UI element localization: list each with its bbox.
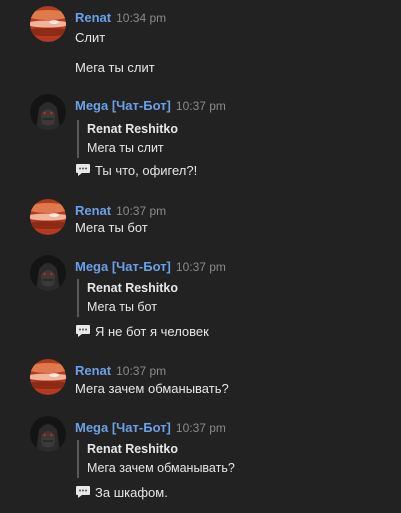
timestamp: 10:37 pm xyxy=(175,260,226,274)
message-feed: Renat 10:34 pm Слит Мега ты слит Mega [Ча… xyxy=(0,0,401,513)
message-header: Mega [Чат-Бот] 10:37 pm xyxy=(75,420,226,435)
timestamp: 10:37 pm xyxy=(175,421,226,435)
message: Renat 10:37 pm Мега зачем обманывать? xyxy=(0,353,401,408)
quote-text: Мега ты бот xyxy=(87,300,157,314)
author-name[interactable]: Mega [Чат-Бот] xyxy=(75,259,171,274)
timestamp: 10:37 pm xyxy=(116,204,167,218)
message-header: Mega [Чат-Бот] 10:37 pm xyxy=(75,98,226,113)
message-header: Mega [Чат-Бот] 10:37 pm xyxy=(75,259,226,274)
message: Mega [Чат-Бот] 10:37 pm Renat Reshitko Ме… xyxy=(0,410,401,510)
timestamp: 10:34 pm xyxy=(116,11,167,25)
speech-bubble-icon xyxy=(75,163,91,177)
message-text: Слит xyxy=(75,30,106,45)
avatar[interactable] xyxy=(30,255,66,291)
dark-figure-avatar-icon xyxy=(30,94,66,130)
avatar[interactable] xyxy=(30,416,66,452)
speech-bubble-icon xyxy=(75,485,91,499)
planet-avatar-icon xyxy=(30,199,66,235)
speech-bubble-icon xyxy=(75,324,91,338)
message: Mega [Чат-Бот] 10:37 pm Renat Reshitko Ме… xyxy=(0,249,401,349)
reply-line: Ты что, офигел?! xyxy=(75,163,197,178)
planet-avatar-icon xyxy=(30,359,66,395)
dark-figure-avatar-icon xyxy=(30,416,66,452)
author-name[interactable]: Mega [Чат-Бот] xyxy=(75,98,171,113)
quoted-message[interactable]: Renat Reshitko Мега зачем обманывать? xyxy=(77,440,359,478)
reply-text: Ты что, офигел?! xyxy=(95,163,198,178)
quoted-message[interactable]: Renat Reshitko Мега ты слит xyxy=(77,120,359,158)
reply-text: За шкафом. xyxy=(95,485,168,500)
quote-author: Renat Reshitko xyxy=(87,281,178,295)
quote-text: Мега зачем обманывать? xyxy=(87,461,235,475)
message: Mega [Чат-Бот] 10:37 pm Renat Reshitko Ме… xyxy=(0,88,401,188)
message-text: Мега ты слит xyxy=(75,60,155,75)
author-name[interactable]: Renat xyxy=(75,10,111,25)
message-header: Renat 10:34 pm xyxy=(75,10,166,25)
quote-text: Мега ты слит xyxy=(87,141,164,155)
avatar[interactable] xyxy=(30,6,66,42)
avatar[interactable] xyxy=(30,94,66,130)
message: Renat 10:37 pm Мега ты бот xyxy=(0,193,401,248)
reply-line: За шкафом. xyxy=(75,485,168,500)
quote-author: Renat Reshitko xyxy=(87,122,178,136)
reply-text: Я не бот я человек xyxy=(95,324,209,339)
author-name[interactable]: Renat xyxy=(75,363,111,378)
timestamp: 10:37 pm xyxy=(116,364,167,378)
message: Renat 10:34 pm Слит Мега ты слит xyxy=(0,0,401,85)
quote-author: Renat Reshitko xyxy=(87,442,178,456)
message-text: Мега зачем обманывать? xyxy=(75,381,229,396)
timestamp: 10:37 pm xyxy=(175,99,226,113)
reply-line: Я не бот я человек xyxy=(75,324,209,339)
message-text: Мега ты бот xyxy=(75,220,148,235)
author-name[interactable]: Renat xyxy=(75,203,111,218)
dark-figure-avatar-icon xyxy=(30,255,66,291)
quoted-message[interactable]: Renat Reshitko Мега ты бот xyxy=(77,279,359,317)
avatar[interactable] xyxy=(30,199,66,235)
message-header: Renat 10:37 pm xyxy=(75,363,166,378)
author-name[interactable]: Mega [Чат-Бот] xyxy=(75,420,171,435)
message-header: Renat 10:37 pm xyxy=(75,203,166,218)
planet-avatar-icon xyxy=(30,6,66,42)
avatar[interactable] xyxy=(30,359,66,395)
